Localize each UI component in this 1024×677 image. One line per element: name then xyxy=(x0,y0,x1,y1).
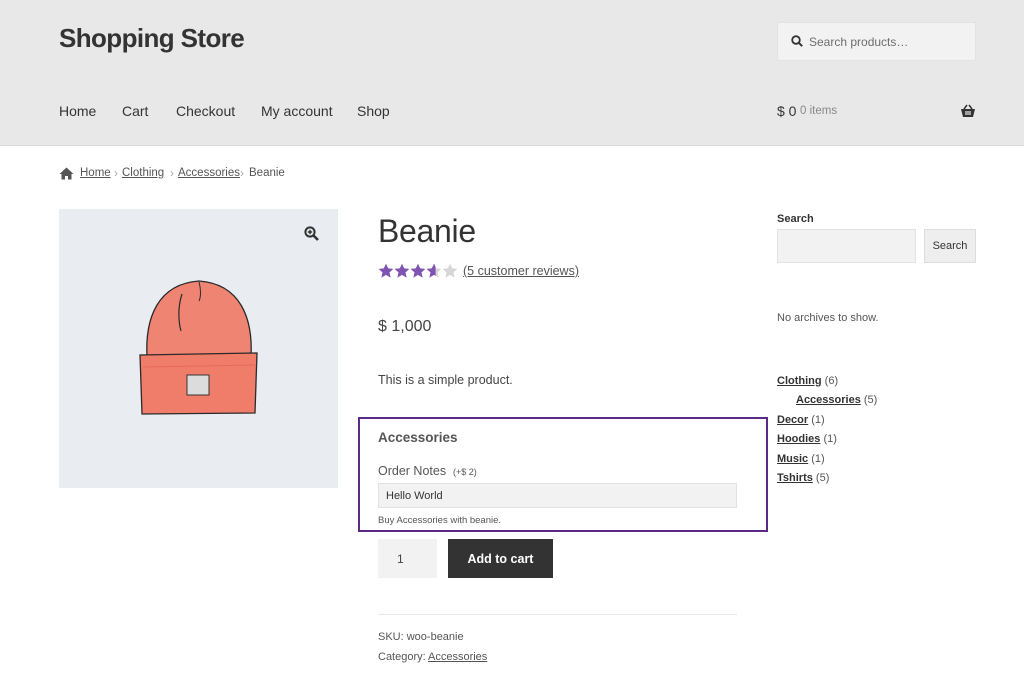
category-link-decor[interactable]: Decor xyxy=(777,414,808,426)
nav-shop[interactable]: Shop xyxy=(357,103,390,119)
category-item: Decor (1) xyxy=(777,414,825,426)
addon-help-text: Buy Accessories with beanie. xyxy=(378,515,502,526)
sidebar-search-title: Search xyxy=(777,213,814,225)
product-category-label: Category: xyxy=(378,651,426,663)
order-notes-price: (+$ 2) xyxy=(453,467,477,477)
home-icon xyxy=(59,167,74,180)
breadcrumb-current: Beanie xyxy=(249,167,285,179)
product-title: Beanie xyxy=(378,213,476,249)
category-item: Hoodies (1) xyxy=(777,433,837,445)
category-item: Clothing (6) xyxy=(777,375,838,387)
product-sku: SKU: woo-beanie xyxy=(378,631,464,643)
add-to-cart-button[interactable]: Add to cart xyxy=(448,539,553,578)
breadcrumb-accessories[interactable]: Accessories xyxy=(178,167,240,179)
star-icon xyxy=(426,263,442,278)
nav-home[interactable]: Home xyxy=(59,103,96,119)
nav-my-account[interactable]: My account xyxy=(261,103,333,119)
nav-checkout[interactable]: Checkout xyxy=(176,103,235,119)
star-icon xyxy=(394,263,410,278)
order-notes-label: Order Notes xyxy=(378,464,447,478)
category-item: Tshirts (5) xyxy=(777,472,829,484)
beanie-product-image xyxy=(139,280,258,415)
search-icon xyxy=(791,35,803,47)
product-short-description: This is a simple product. xyxy=(378,373,513,387)
category-link-tshirts[interactable]: Tshirts xyxy=(777,472,813,484)
category-count: (1) xyxy=(811,414,825,426)
site-header: Shopping Store Home Cart Checkout My acc… xyxy=(0,0,1024,146)
zoom-icon[interactable] xyxy=(304,226,319,241)
category-count: (1) xyxy=(811,453,825,465)
category-link-clothing[interactable]: Clothing xyxy=(777,375,822,387)
breadcrumb-separator: › xyxy=(114,166,118,180)
site-title[interactable]: Shopping Store xyxy=(59,23,245,54)
product-price: $ 1,000 xyxy=(378,318,432,335)
quantity-input[interactable] xyxy=(378,539,437,578)
breadcrumb-separator: › xyxy=(240,166,244,180)
star-icon xyxy=(410,263,426,278)
category-count: (6) xyxy=(824,375,839,387)
star-rating xyxy=(378,263,458,278)
category-link-music[interactable]: Music xyxy=(777,453,808,465)
product-category-link[interactable]: Accessories xyxy=(428,651,487,663)
addon-heading: Accessories xyxy=(378,430,458,445)
category-count: (5) xyxy=(863,394,878,406)
order-notes-input[interactable] xyxy=(378,483,737,508)
star-icon xyxy=(442,263,458,278)
sidebar-search-input[interactable] xyxy=(777,229,916,263)
product-gallery[interactable] xyxy=(59,209,338,488)
category-count: (5) xyxy=(815,472,830,484)
cart-total[interactable]: $ 0 xyxy=(777,103,796,119)
no-archives-text: No archives to show. xyxy=(777,312,879,324)
category-item: Accessories (5) xyxy=(796,394,877,406)
product-search[interactable] xyxy=(777,22,976,61)
category-link-accessories[interactable]: Accessories xyxy=(796,394,861,406)
breadcrumb-home[interactable]: Home xyxy=(80,167,111,179)
nav-cart[interactable]: Cart xyxy=(122,103,148,119)
customer-reviews-link[interactable]: (5 customer reviews) xyxy=(463,264,579,278)
breadcrumb-clothing[interactable]: Clothing xyxy=(122,167,164,179)
cart-item-count[interactable]: 0 items xyxy=(800,105,837,117)
category-count: (1) xyxy=(823,433,837,445)
basket-icon[interactable] xyxy=(960,104,976,118)
category-item: Music (1) xyxy=(777,453,825,465)
sidebar-search-button[interactable]: Search xyxy=(924,229,976,263)
meta-divider xyxy=(378,614,737,615)
breadcrumb-separator: › xyxy=(170,166,174,180)
star-icon xyxy=(378,263,394,278)
category-link-hoodies[interactable]: Hoodies xyxy=(777,433,820,445)
search-input[interactable] xyxy=(809,33,969,51)
